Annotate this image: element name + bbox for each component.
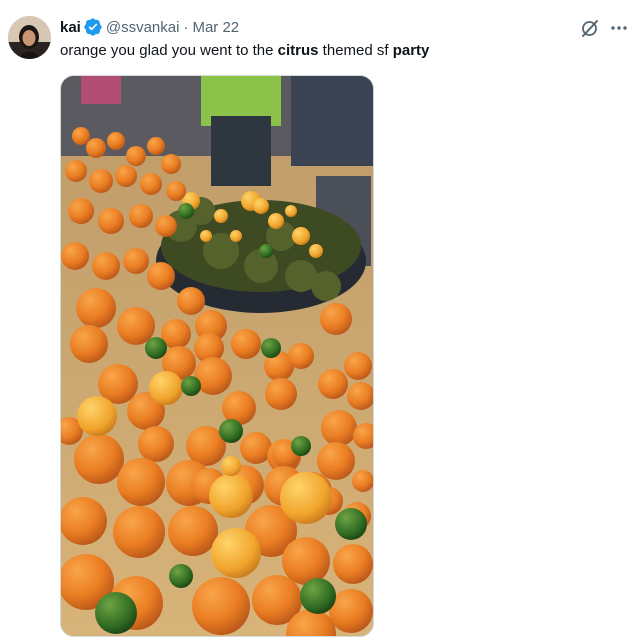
tweet-header: kai @ssvankai · Mar 22	[60, 17, 239, 37]
author-handle[interactable]: @ssvankai	[106, 19, 180, 36]
grok-icon[interactable]	[578, 16, 602, 40]
tweet-text-part: themed sf	[318, 42, 393, 59]
separator-dot: ·	[183, 18, 189, 36]
avatar[interactable]	[8, 16, 51, 59]
avatar-image	[8, 16, 51, 59]
more-horizontal-icon[interactable]	[606, 16, 632, 40]
verified-badge-icon	[84, 18, 102, 36]
tweet-photo[interactable]	[60, 75, 374, 637]
tweet-card[interactable]: kai @ssvankai · Mar 22 orange you glad y…	[0, 0, 644, 640]
author-name[interactable]: kai	[60, 19, 81, 36]
tweet-text-part: orange you glad you went to the	[60, 42, 278, 59]
tweet-text-bold: citrus	[277, 42, 319, 59]
tweet-date[interactable]: Mar 22	[192, 19, 239, 36]
tweet-text-bold: party	[392, 42, 430, 59]
citrus-table-photo	[61, 76, 373, 636]
tweet-text: orange you glad you went to the citrus t…	[60, 41, 429, 61]
